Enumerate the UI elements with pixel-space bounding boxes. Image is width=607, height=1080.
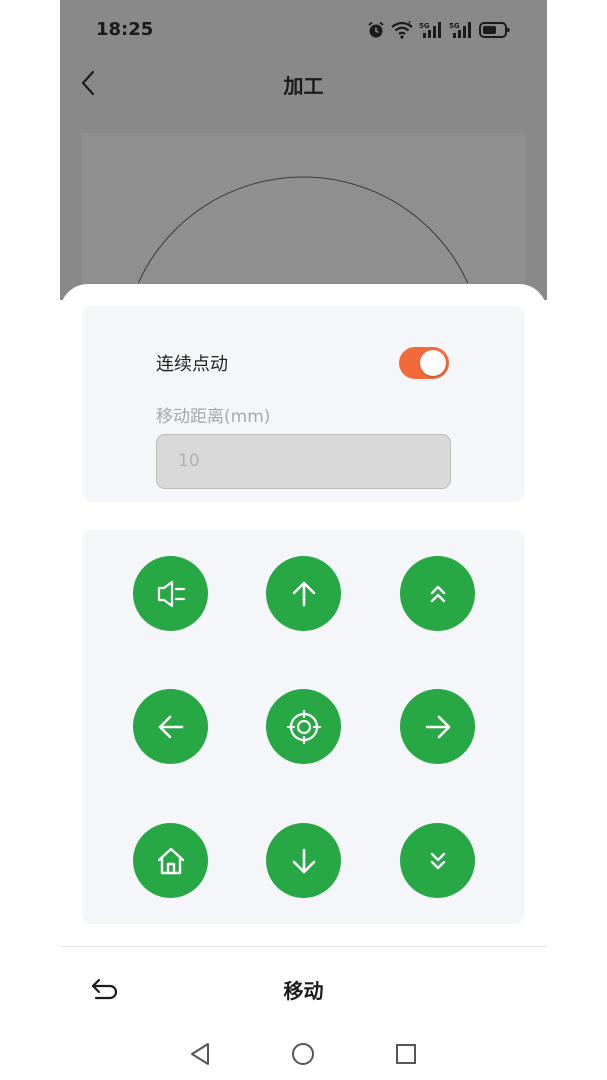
continuous-jog-label: 连续点动 — [156, 354, 228, 375]
signal-5g-icon: 5G — [419, 22, 441, 38]
alarm-icon — [368, 21, 384, 38]
arrow-right-icon — [425, 715, 450, 738]
move-right-button[interactable] — [400, 689, 475, 764]
svg-text:7: 7 — [407, 21, 411, 27]
signal-5g-icon: 5G — [449, 22, 471, 38]
home-button[interactable] — [133, 823, 208, 898]
work-area-circle — [137, 176, 469, 283]
phone-screen: 18:25 7 5G 5G 加工 连续点动 移动距离(mm) 10 移动 — [60, 0, 547, 1080]
home-icon — [157, 847, 184, 874]
move-distance-value: 10 — [178, 451, 200, 471]
back-triangle-icon — [191, 1043, 209, 1065]
double-chevron-up-icon — [430, 585, 445, 602]
arrow-left-icon — [158, 715, 183, 738]
move-control-sheet: 连续点动 移动距离(mm) 10 移动 — [60, 284, 547, 1080]
recents-square-icon — [396, 1044, 416, 1064]
continuous-jog-toggle[interactable] — [399, 347, 449, 379]
arrow-up-icon — [292, 581, 315, 606]
sheet-title: 移动 — [283, 979, 324, 1003]
left-gutter — [0, 0, 60, 1080]
page-title: 加工 — [283, 74, 324, 98]
wifi-icon: 7 — [391, 21, 413, 39]
system-navigation-bar — [60, 1028, 547, 1080]
move-distance-label: 移动距离(mm) — [156, 407, 271, 427]
move-left-button[interactable] — [133, 689, 208, 764]
system-back-button[interactable] — [186, 1040, 214, 1068]
svg-text:5G: 5G — [419, 22, 430, 30]
move-up-fast-button[interactable] — [400, 556, 475, 631]
crosshair-target-icon — [286, 709, 321, 744]
work-area-preview — [82, 133, 525, 283]
jog-pad — [82, 530, 525, 924]
right-gutter — [547, 0, 607, 1080]
toggle-knob — [420, 350, 446, 376]
move-up-button[interactable] — [266, 556, 341, 631]
move-distance-input[interactable]: 10 — [156, 434, 451, 489]
center-position-button[interactable] — [266, 689, 341, 764]
jog-settings-card: 连续点动 移动距离(mm) 10 — [82, 306, 525, 502]
status-icons: 7 5G 5G — [367, 20, 511, 40]
background-app-overlay: 18:25 7 5G 5G 加工 — [60, 0, 547, 300]
status-time: 18:25 — [96, 19, 154, 40]
system-recents-button[interactable] — [392, 1040, 420, 1068]
move-down-button[interactable] — [266, 823, 341, 898]
move-down-fast-button[interactable] — [400, 823, 475, 898]
battery-icon — [479, 22, 510, 38]
svg-text:5G: 5G — [449, 22, 460, 30]
double-chevron-down-icon — [430, 852, 445, 869]
home-circle-icon — [292, 1043, 314, 1065]
laser-icon — [157, 580, 185, 607]
arrow-down-icon — [292, 848, 315, 873]
status-bar: 18:25 7 5G 5G — [60, 0, 547, 60]
system-home-button[interactable] — [289, 1040, 317, 1068]
laser-button[interactable] — [133, 556, 208, 631]
footer-divider — [60, 946, 547, 947]
